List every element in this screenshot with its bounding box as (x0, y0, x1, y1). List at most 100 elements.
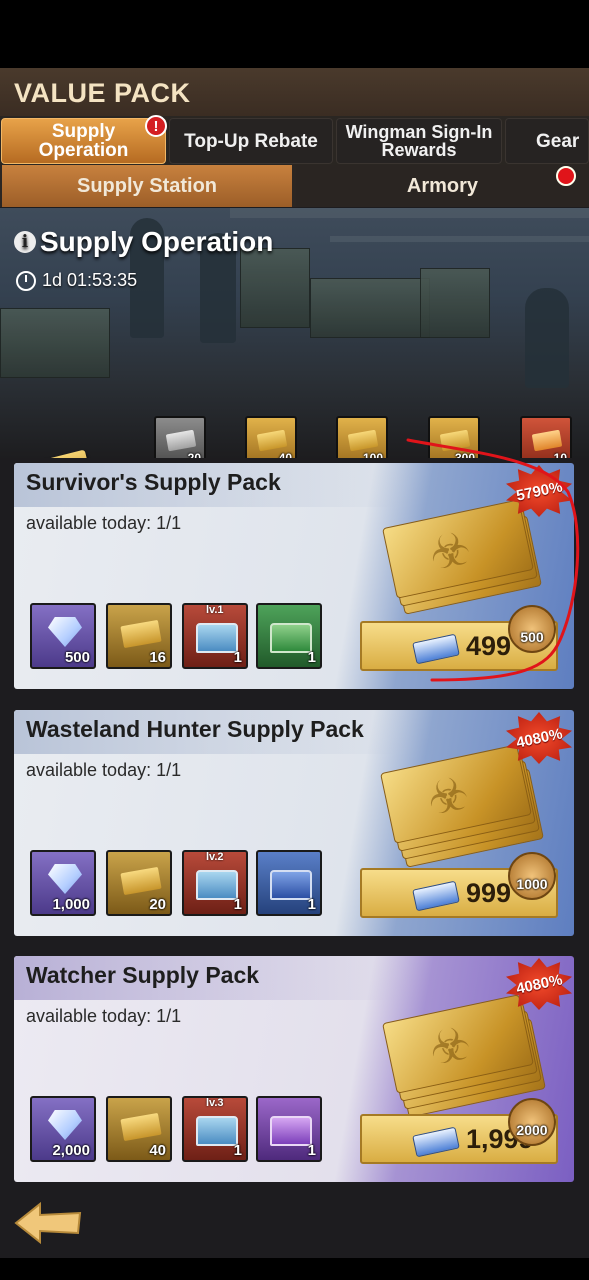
crate-decoration (420, 268, 490, 338)
ticket-icon (120, 619, 162, 649)
item-diamonds[interactable]: 1,000 (30, 850, 96, 916)
info-icon[interactable]: i (14, 231, 36, 253)
item-chest[interactable]: 1 (256, 850, 322, 916)
value-pack-screen: VALUE PACK Supply Operation Top-Up Rebat… (0, 68, 589, 1258)
banner-title: Supply Operation (40, 226, 274, 257)
item-chest-level[interactable]: lv.2 1 (182, 850, 248, 916)
bonus-badge: 1000 (508, 852, 556, 900)
chest-icon (196, 870, 238, 900)
ticket-icon (120, 1112, 162, 1142)
pack-card-survivors: Survivor's Supply Pack available today: … (14, 463, 574, 689)
bonus-badge: 500 (508, 605, 556, 653)
item-count: 1 (233, 896, 242, 913)
title-bar: VALUE PACK (0, 68, 589, 118)
tab-wingman-sign-in-rewards[interactable]: Wingman Sign-In Rewards (336, 118, 502, 164)
pack-card-wasteland-hunter: Wasteland Hunter Supply Pack available t… (14, 710, 574, 936)
availability-text: available today: 1/1 (26, 760, 182, 780)
supply-ticket-icon (12, 449, 94, 458)
price: 499 (466, 631, 512, 661)
item-diamonds[interactable]: 2,000 (30, 1096, 96, 1162)
milestone-reward[interactable]: 100 (336, 416, 388, 458)
back-arrow-icon[interactable] (12, 1200, 84, 1246)
coupon-icon (412, 633, 460, 665)
page-title: VALUE PACK (14, 78, 191, 108)
tab-label: Gear (536, 130, 580, 152)
item-supply-ticket[interactable]: 20 (106, 850, 172, 916)
reward-count: 40 (278, 451, 292, 458)
subtab-label: Armory (406, 174, 479, 197)
milestone-reward[interactable]: 40 (245, 416, 297, 458)
reward-count: 300 (454, 451, 475, 458)
item-diamonds[interactable]: 500 (30, 603, 96, 669)
subtab-label: Supply Station (77, 174, 217, 197)
milestone-reward[interactable]: 20 (154, 416, 206, 458)
chest-icon (270, 623, 312, 653)
item-supply-ticket[interactable]: 40 (106, 1096, 172, 1162)
bonus-value: 2000 (516, 1122, 548, 1138)
scroll-icon (531, 429, 563, 452)
countdown-timer: 1d 01:53:35 (16, 270, 137, 291)
item-count: 2,000 (52, 1142, 90, 1159)
bonus-value: 500 (520, 629, 544, 645)
reward-count: 100 (362, 451, 383, 458)
reward-count: 10 (553, 451, 567, 458)
chest-icon (270, 870, 312, 900)
chest-icon (270, 1116, 312, 1146)
item-count: 1,000 (52, 896, 90, 913)
ticket-stack-image (380, 744, 544, 868)
timer-text: 1d 01:53:35 (42, 270, 138, 290)
chest-level: lv.3 (206, 1097, 224, 1109)
ticket-stack-image (382, 994, 546, 1118)
tab-gear[interactable]: Gear (505, 118, 589, 164)
chest-level: lv.2 (206, 851, 224, 863)
shelf-decoration (330, 236, 589, 242)
ticket-stack-image (382, 499, 542, 615)
ticket-icon (347, 429, 379, 452)
discount-text: 4080% (514, 724, 564, 752)
main-tabs: Supply Operation Top-Up Rebate Wingman S… (0, 116, 589, 166)
availability-text: available today: 1/1 (26, 1006, 182, 1026)
discount-text: 5790% (514, 477, 564, 505)
milestone-reward[interactable]: 300 (428, 416, 480, 458)
diamond-icon (48, 1110, 82, 1140)
discount-text: 4080% (514, 970, 564, 998)
reward-count: 20 (187, 451, 201, 458)
crate-decoration (240, 248, 310, 328)
item-count: 1 (233, 1142, 242, 1159)
ticket-icon (439, 429, 471, 452)
ticket-icon (256, 429, 288, 452)
tab-label: Top-Up Rebate (184, 130, 318, 152)
item-count: 1 (307, 649, 316, 666)
subtab-armory[interactable]: Armory (296, 165, 589, 207)
coupon-icon (412, 1126, 460, 1158)
coupon-icon (412, 880, 460, 912)
crate-decoration (310, 278, 430, 338)
pack-title: Watcher Supply Pack (26, 962, 260, 988)
item-chest[interactable]: 1 (256, 1096, 322, 1162)
item-chest[interactable]: 1 (256, 603, 322, 669)
supply-operation-banner: i Supply Operation 1d 01:53:35 20 40 100… (0, 208, 589, 458)
pack-card-watcher: Watcher Supply Pack available today: 1/1… (14, 956, 574, 1182)
item-chest-level[interactable]: lv.1 1 (182, 603, 248, 669)
item-count: 40 (149, 1142, 166, 1159)
alert-badge-icon: ! (145, 115, 167, 137)
crate-decoration (0, 308, 110, 378)
item-count: 500 (64, 649, 90, 666)
milestone-reward[interactable]: 10 (520, 416, 572, 458)
subtab-supply-station[interactable]: Supply Station (2, 165, 292, 207)
banner-heading: i Supply Operation (14, 226, 273, 258)
tab-top-up-rebate[interactable]: Top-Up Rebate (169, 118, 333, 164)
pack-title: Survivor's Supply Pack (26, 469, 281, 495)
availability-text: available today: 1/1 (26, 513, 182, 533)
item-count: 1 (307, 1142, 316, 1159)
diamond-icon (48, 617, 82, 647)
item-count: 16 (149, 649, 166, 666)
item-chest-level[interactable]: lv.3 1 (182, 1096, 248, 1162)
tab-supply-operation[interactable]: Supply Operation (1, 118, 166, 164)
sub-tabs: Supply Station Armory (0, 165, 589, 207)
diamond-icon (48, 864, 82, 894)
tab-label: Supply Operation (38, 121, 129, 161)
item-count: 1 (233, 649, 242, 666)
item-supply-ticket[interactable]: 16 (106, 603, 172, 669)
notification-dot-icon (556, 166, 576, 186)
